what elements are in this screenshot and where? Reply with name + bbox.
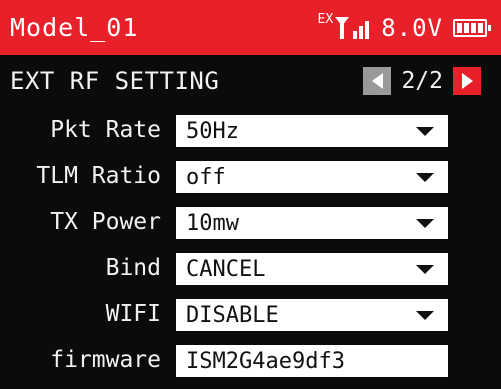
wifi-select[interactable]: DISABLE [176, 299, 448, 331]
select-value: 50Hz [186, 118, 239, 144]
firmware-value: ISM2G4ae9df3 [186, 348, 345, 374]
setting-label: TLM Ratio [36, 163, 161, 189]
dropdown-arrow-icon [416, 265, 434, 274]
setting-row-tlm-ratio: TLM Ratio off [0, 159, 501, 205]
setting-label: Bind [105, 255, 161, 281]
page-header: EXT RF SETTING 2/2 [0, 64, 501, 98]
select-value: off [186, 164, 226, 190]
setting-row-bind: Bind CANCEL [0, 251, 501, 297]
tlm-ratio-select[interactable]: off [176, 161, 448, 193]
firmware-field: ISM2G4ae9df3 [176, 345, 448, 377]
pkt-rate-select[interactable]: 50Hz [176, 115, 448, 147]
dropdown-arrow-icon [416, 311, 434, 320]
setting-row-tx-power: TX Power 10mw [0, 205, 501, 251]
page-indicator: 2/2 [401, 68, 443, 94]
setting-label: WIFI [105, 301, 161, 327]
setting-row-wifi: WIFI DISABLE [0, 297, 501, 343]
next-page-button[interactable] [453, 67, 481, 95]
settings-list: Pkt Rate 50Hz TLM Ratio off TX Power 10m… [0, 113, 501, 389]
triangle-left-icon [371, 73, 383, 89]
select-value: CANCEL [186, 256, 266, 282]
setting-label: Pkt Rate [50, 117, 161, 143]
model-name: Model_01 [10, 13, 139, 42]
dropdown-arrow-icon [416, 173, 434, 182]
setting-label: firmware [50, 347, 161, 373]
dropdown-arrow-icon [416, 219, 434, 228]
signal-icon [335, 16, 370, 39]
dropdown-arrow-icon [416, 127, 434, 136]
select-value: DISABLE [186, 302, 279, 328]
voltage-readout: 8.0V [381, 13, 443, 42]
tx-power-select[interactable]: 10mw [176, 207, 448, 239]
select-value: 10mw [186, 210, 239, 236]
status-bar: Model_01 EX 8.0V [0, 0, 501, 55]
setting-row-firmware: firmware ISM2G4ae9df3 [0, 343, 501, 389]
setting-label: TX Power [50, 209, 161, 235]
ex-label: EX [317, 12, 334, 27]
bind-select[interactable]: CANCEL [176, 253, 448, 285]
triangle-right-icon [461, 73, 473, 89]
battery-icon [453, 18, 491, 37]
page-title: EXT RF SETTING [10, 67, 220, 95]
status-indicators: EX 8.0V [317, 12, 491, 42]
setting-row-pkt-rate: Pkt Rate 50Hz [0, 113, 501, 159]
pager: 2/2 [363, 67, 481, 95]
prev-page-button[interactable] [363, 67, 392, 95]
